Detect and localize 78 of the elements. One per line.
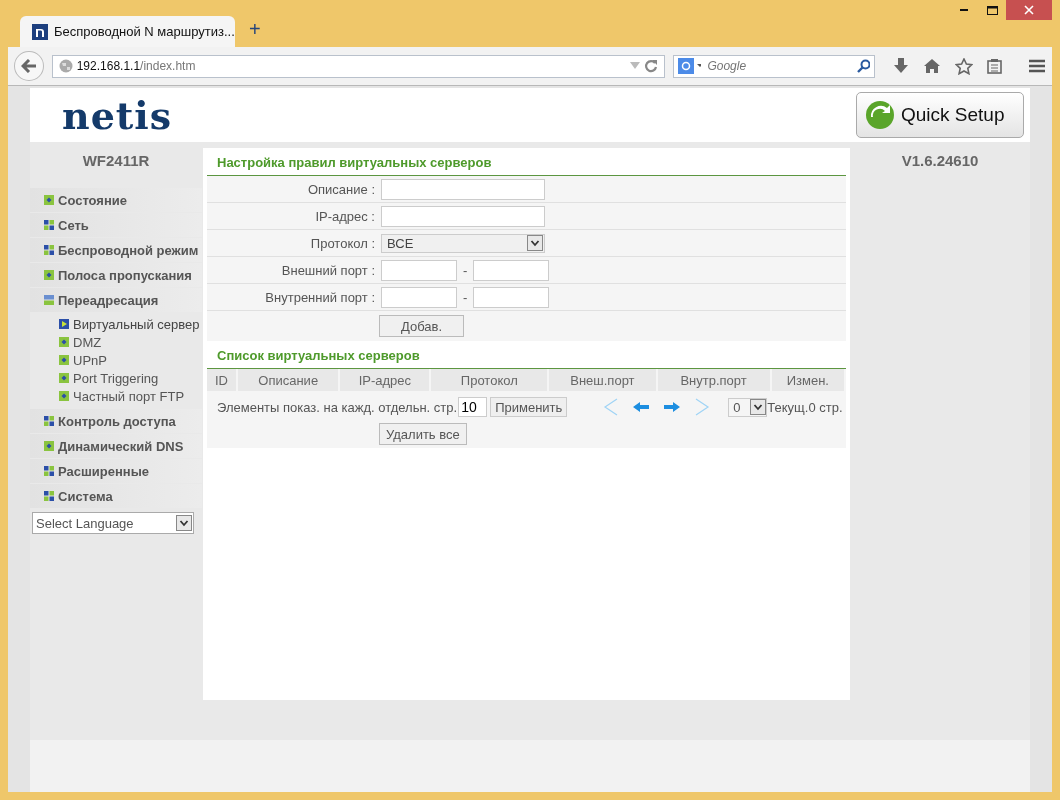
- submenu-item[interactable]: Port Triggering: [59, 369, 202, 387]
- per-page-label: Элементы показ. на кажд. отдельн. стр.: [217, 399, 458, 415]
- submenu-item[interactable]: UPnP: [59, 351, 202, 369]
- quick-setup-button[interactable]: Quick Setup: [856, 92, 1024, 138]
- square-icon: [44, 441, 54, 451]
- submenu-item[interactable]: Виртуальный сервер: [59, 315, 202, 333]
- firmware-version: V1.6.24610: [901, 152, 979, 169]
- back-button[interactable]: [14, 51, 44, 82]
- input-field[interactable]: [381, 178, 545, 200]
- minimize-icon: [960, 9, 968, 11]
- caret-icon: [750, 399, 767, 415]
- favicon-icon: [32, 23, 48, 40]
- grid-icon: [44, 466, 54, 476]
- column-header: Внеш.порт: [549, 369, 656, 391]
- field-label: Протокол :: [309, 235, 376, 251]
- clipboard-icon[interactable]: [987, 58, 1002, 75]
- page-select[interactable]: 0: [728, 397, 768, 417]
- maximize-icon: [986, 5, 998, 15]
- square-icon: [59, 391, 69, 401]
- address-bar[interactable]: 192.168.1.1/index.htm: [51, 54, 665, 78]
- column-header: Протокол: [431, 369, 548, 391]
- add-button[interactable]: Добав.: [379, 315, 465, 337]
- url-text: 192.168.1.1/index.htm: [76, 59, 196, 74]
- delete-all-button[interactable]: Удалить все: [379, 423, 467, 445]
- star-icon[interactable]: [955, 57, 973, 75]
- per-page-field[interactable]: 10: [458, 397, 488, 417]
- input-field[interactable]: [381, 259, 457, 281]
- search-engine-icon: [678, 58, 702, 75]
- search-icon[interactable]: [857, 59, 870, 74]
- grid-icon: [44, 491, 54, 501]
- search-bar[interactable]: Google: [673, 54, 875, 78]
- submenu-item[interactable]: Частный порт FTP: [59, 387, 202, 405]
- new-tab-button[interactable]: +: [249, 18, 261, 42]
- square-icon: [59, 355, 69, 365]
- play-icon: [59, 319, 69, 329]
- input-field[interactable]: [381, 286, 457, 308]
- column-header: Описание: [238, 369, 339, 391]
- column-header: Измен.: [771, 369, 845, 391]
- input-field[interactable]: [473, 286, 550, 308]
- home-icon[interactable]: [923, 58, 941, 75]
- column-header: Внутр.порт: [657, 369, 770, 391]
- back-arrow-icon: [20, 59, 37, 74]
- dropdown-icon[interactable]: [630, 62, 640, 71]
- field-label: Внутренний порт :: [264, 289, 376, 305]
- protocol-select[interactable]: ВСЕ: [381, 233, 545, 253]
- input-field[interactable]: [473, 259, 550, 281]
- square-icon: [59, 373, 69, 383]
- input-field[interactable]: [381, 205, 545, 227]
- grid-icon: [44, 245, 54, 255]
- range-dash: -: [463, 289, 468, 305]
- column-header: ID: [207, 369, 236, 391]
- square-icon: [59, 337, 69, 347]
- caret-icon: [176, 515, 192, 531]
- submenu-item[interactable]: DMZ: [59, 333, 202, 351]
- reload-icon[interactable]: [644, 59, 658, 74]
- field-label: Внешний порт :: [280, 262, 376, 278]
- square-icon: [44, 195, 54, 205]
- refresh-icon: [865, 100, 895, 130]
- model-name: WF2411R: [81, 151, 151, 171]
- current-page-label: Текущ.0 стр.: [767, 399, 843, 415]
- language-select[interactable]: Select Language: [32, 512, 194, 534]
- square-icon: [44, 270, 54, 280]
- column-header: IP-адрес: [340, 369, 430, 391]
- caret-icon: [527, 235, 543, 251]
- field-label: IP-адрес :: [314, 208, 376, 224]
- logo: netis: [62, 92, 173, 138]
- globe-icon: [58, 59, 73, 74]
- field-label: Описание :: [306, 181, 376, 197]
- range-dash: -: [463, 262, 468, 278]
- menu-icon[interactable]: [1028, 58, 1046, 75]
- grid-icon: [44, 416, 54, 426]
- minus-icon: [44, 295, 54, 305]
- previous-page-icon[interactable]: [632, 401, 651, 413]
- apply-button[interactable]: Применить: [490, 397, 568, 417]
- close-icon: [1024, 5, 1034, 15]
- next-page-icon[interactable]: [663, 401, 682, 413]
- browser-tab[interactable]: Беспроводной N маршрутиз...: [20, 16, 235, 48]
- grid-icon: [44, 220, 54, 230]
